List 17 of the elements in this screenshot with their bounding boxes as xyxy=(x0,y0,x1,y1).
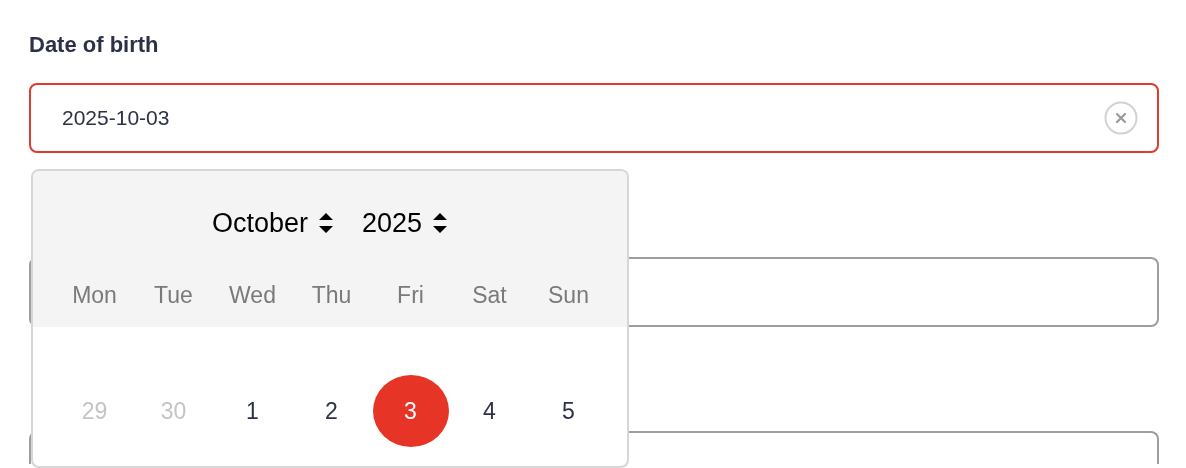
calendar-day[interactable]: 1 xyxy=(214,375,291,447)
calendar-day[interactable]: 4 xyxy=(451,375,528,447)
weekday-label: Thu xyxy=(311,280,352,310)
year-select[interactable]: 2025 xyxy=(362,203,449,244)
weekday-label: Fri xyxy=(397,280,424,310)
weekday-label: Sat xyxy=(472,280,507,310)
calendar-day[interactable]: 2 xyxy=(293,375,370,447)
calendar-day[interactable]: 5 xyxy=(530,375,607,447)
month-select[interactable]: October xyxy=(211,203,334,244)
weekday-label: Wed xyxy=(229,280,276,310)
date-input-field[interactable]: 2025-10-03 xyxy=(29,83,1159,153)
weekday-label: Tue xyxy=(154,280,193,310)
weekday-label: Mon xyxy=(72,280,117,310)
weekday-label: Sun xyxy=(548,280,589,310)
field-label: Date of birth xyxy=(29,31,159,59)
calendar-day[interactable]: 3 xyxy=(372,375,449,447)
clear-icon[interactable] xyxy=(1104,101,1138,135)
